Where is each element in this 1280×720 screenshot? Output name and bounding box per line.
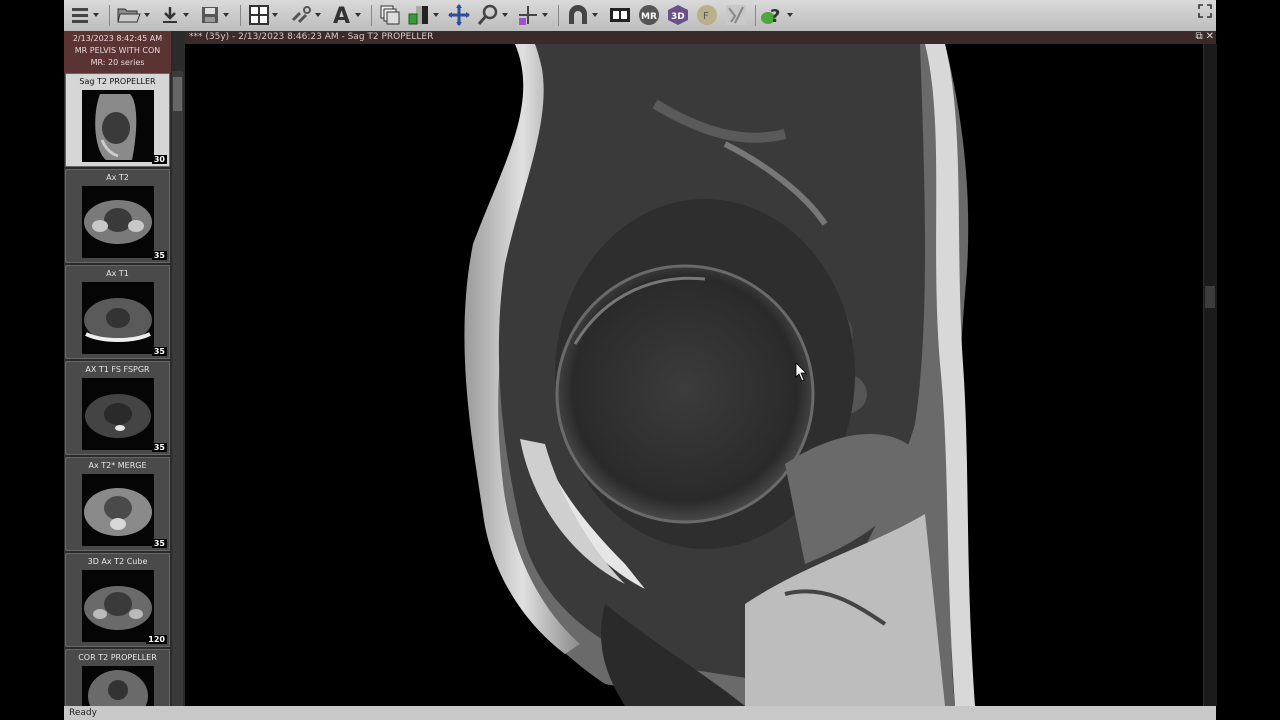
series-thumbnail-sag-t2-propeller[interactable]: Sag T2 PROPELLER 30 xyxy=(65,73,170,167)
series-label: 3D Ax T2 Cube xyxy=(87,557,148,566)
3d-icon[interactable]: 3D xyxy=(667,3,689,27)
pacs-viewer-window: A MR 3D F ? 2/13/2023 8:42:45 AM MR PELV… xyxy=(64,0,1217,720)
measure-icon[interactable] xyxy=(725,3,747,27)
series-label: Ax T2* MERGE xyxy=(88,461,147,470)
series-thumbnail-ax-t1-fs-fspgr[interactable]: AX T1 FS FSPGR 35 xyxy=(65,361,170,455)
arch-tool-icon[interactable] xyxy=(567,3,598,27)
menu-icon[interactable] xyxy=(70,3,99,27)
main-toolbar: A MR 3D F ? xyxy=(64,0,1216,32)
image-count: 35 xyxy=(151,251,167,260)
series-preview-image xyxy=(82,186,154,258)
series-label: AX T1 FS FSPGR xyxy=(85,365,150,374)
svg-text:MR: MR xyxy=(641,12,657,22)
cine-icon[interactable] xyxy=(609,3,631,27)
series-label: Ax T1 xyxy=(106,269,129,278)
toolbar-separator xyxy=(755,5,756,26)
series-preview-image xyxy=(82,474,154,546)
series-panel-scrollbar[interactable] xyxy=(172,71,183,706)
image-count: 35 xyxy=(151,347,167,356)
maximize-icon[interactable] xyxy=(1198,3,1212,18)
status-bar: Ready xyxy=(64,706,1216,720)
series-label: Ax T2 xyxy=(106,173,129,182)
series-label: Sag T2 PROPELLER xyxy=(79,77,156,86)
toolbar-separator xyxy=(558,5,559,26)
pan-icon[interactable] xyxy=(448,3,470,27)
close-icon[interactable]: ✕ xyxy=(1206,31,1214,44)
viewport-scroll-thumb[interactable] xyxy=(1205,286,1215,308)
toolbar-separator xyxy=(240,5,241,26)
series-preview-image xyxy=(82,666,154,706)
study-info[interactable]: 2/13/2023 8:42:45 AM MR PELVIS WITH CON … xyxy=(64,31,171,73)
help-icon[interactable]: ? xyxy=(760,3,793,27)
series-preview-image xyxy=(82,570,154,642)
series-thumbnail-ax-t2-merge[interactable]: Ax T2* MERGE 35 xyxy=(65,457,170,551)
layout-grid-icon[interactable] xyxy=(249,3,278,27)
series-panel-scroll-thumb[interactable] xyxy=(173,77,182,111)
image-viewport[interactable] xyxy=(185,44,1203,706)
viewer-title-bar: *** (35y) - 2/13/2023 8:46:23 AM - Sag T… xyxy=(185,31,1216,44)
series-preview-image xyxy=(82,378,154,450)
svg-text:F: F xyxy=(703,11,709,22)
image-count: 35 xyxy=(151,539,167,548)
series-preview-image xyxy=(82,90,154,162)
toolbar-separator xyxy=(371,5,372,26)
image-count: 35 xyxy=(151,443,167,452)
series-thumbnail-3d-ax-t2-cube[interactable]: 3D Ax T2 Cube 120 xyxy=(65,553,170,647)
study-description: MR PELVIS WITH CON xyxy=(74,46,161,55)
folder-open-icon[interactable] xyxy=(117,3,150,27)
crosshair-icon[interactable] xyxy=(517,3,548,27)
svg-text:A: A xyxy=(333,4,350,26)
series-thumbnail-ax-t1[interactable]: Ax T1 35 xyxy=(65,265,170,359)
fusion-icon[interactable]: F xyxy=(696,3,718,27)
mri-sagittal-image xyxy=(185,44,1203,706)
restore-icon[interactable]: ⧉ xyxy=(1195,31,1202,44)
svg-text:3D: 3D xyxy=(671,12,685,22)
viewport-scrollbar[interactable] xyxy=(1203,44,1217,706)
study-date: 2/13/2023 8:42:45 AM xyxy=(72,34,163,43)
download-icon[interactable] xyxy=(160,3,189,27)
stack-icon[interactable] xyxy=(380,3,402,27)
image-count: 30 xyxy=(151,155,167,164)
series-panel: 2/13/2023 8:42:45 AM MR PELVIS WITH CON … xyxy=(64,31,185,706)
window-level-icon[interactable] xyxy=(408,3,439,27)
series-preview-image xyxy=(82,282,154,354)
mpr-icon[interactable]: MR xyxy=(638,3,660,27)
series-thumbnail-cor-t2-propeller[interactable]: COR T2 PROPELLER xyxy=(65,649,170,706)
save-icon[interactable] xyxy=(200,3,229,27)
series-summary: MR: 20 series xyxy=(90,58,145,67)
toolbar-separator xyxy=(109,5,110,26)
series-label: COR T2 PROPELLER xyxy=(78,653,157,662)
zoom-icon[interactable] xyxy=(477,3,508,27)
series-thumbnail-ax-t2[interactable]: Ax T2 35 xyxy=(65,169,170,263)
text-annotation-icon[interactable]: A xyxy=(332,3,361,27)
svg-text:?: ? xyxy=(770,6,780,26)
image-count: 120 xyxy=(146,635,167,644)
viewer-controls: ⧉ ✕ xyxy=(1195,31,1214,44)
link-icon[interactable] xyxy=(290,3,321,27)
